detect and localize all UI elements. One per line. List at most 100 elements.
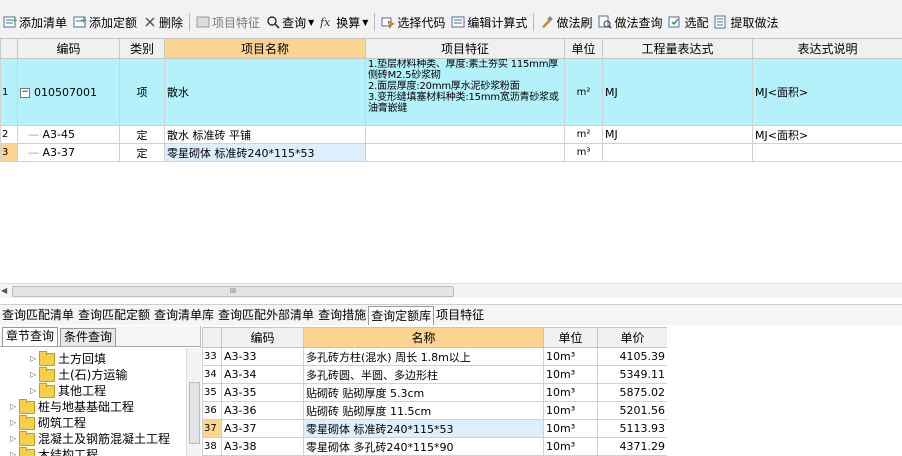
tree-item[interactable]: ▷ 其他工程 xyxy=(30,382,106,399)
tree-item[interactable]: ▷ 木结构工程 xyxy=(10,446,98,456)
scroll-thumb[interactable] xyxy=(189,382,200,444)
table-row[interactable]: 36 A3-36 贴砌砖 贴砌厚度 11.5cm 10m³ 5201.56 xyxy=(202,401,667,420)
tree-item[interactable]: ▷ 土(石)方运输 xyxy=(30,366,127,383)
convert-button[interactable]: fx 换算 ▼ xyxy=(317,12,371,32)
tree-vertical-scrollbar[interactable] xyxy=(186,348,201,456)
tab-match-list[interactable]: 查询匹配清单 xyxy=(0,306,76,324)
tab-external-list[interactable]: 查询匹配外部清单 xyxy=(216,306,316,324)
code-cell[interactable]: — A3-37 xyxy=(17,143,120,162)
price-cell[interactable]: 4105.39 xyxy=(597,347,667,366)
name-cell[interactable]: 散水 标准砖 平铺 xyxy=(164,125,366,144)
code-cell[interactable]: A3-36 xyxy=(221,401,304,420)
tab-condition-query[interactable]: 条件查询 xyxy=(60,328,117,346)
column-header-name[interactable]: 名称 xyxy=(303,327,544,348)
name-cell[interactable]: 零星砌体 多孔砖240*115*90 xyxy=(303,437,544,456)
match-button[interactable]: 选配 xyxy=(665,12,711,32)
price-cell[interactable]: 4371.29 xyxy=(597,437,667,456)
unit-cell[interactable]: m² xyxy=(564,125,603,144)
column-header-expression[interactable]: 工程量表达式 xyxy=(602,38,753,59)
name-cell[interactable]: 零星砌体 标准砖240*115*53 xyxy=(164,143,366,162)
expand-icon[interactable]: ▷ xyxy=(30,351,37,367)
edit-formula-button[interactable]: 编辑计算式 xyxy=(448,12,530,32)
table-row[interactable]: 37 A3-37 零星砌体 标准砖240*115*53 10m³ 5113.93 xyxy=(202,419,667,438)
column-header-unit[interactable]: 单位 xyxy=(543,327,598,348)
expand-icon[interactable]: ▷ xyxy=(30,367,37,383)
unit-cell[interactable]: 10m³ xyxy=(543,437,598,456)
unit-cell[interactable]: 10m³ xyxy=(543,383,598,402)
tree-item[interactable]: ▷ 砌筑工程 xyxy=(10,414,86,431)
select-code-button[interactable]: 选择代码 xyxy=(378,12,448,32)
code-cell[interactable]: A3-34 xyxy=(221,365,304,384)
unit-cell[interactable]: 10m³ xyxy=(543,347,598,366)
method-query-button[interactable]: 做法查询 xyxy=(595,12,665,32)
tree-item[interactable]: ▷ 混凝土及钢筋混凝土工程 xyxy=(10,430,170,447)
extract-button[interactable]: 提取做法 xyxy=(711,12,781,32)
code-cell[interactable]: A3-37 xyxy=(221,419,304,438)
name-cell[interactable]: 多孔砖方柱(混水) 周长 1.8m以上 xyxy=(303,347,544,366)
name-cell[interactable]: 贴砌砖 贴砌厚度 5.3cm xyxy=(303,383,544,402)
table-row[interactable]: 1 −010507001 项 散水 1.垫层材料种类、厚度:素土夯实 115mm… xyxy=(0,58,902,126)
name-cell[interactable]: 零星砌体 标准砖240*115*53 xyxy=(303,419,544,438)
table-row[interactable]: 33 A3-33 多孔砖方柱(混水) 周长 1.8m以上 10m³ 4105.3… xyxy=(202,347,667,366)
tree-item[interactable]: ▷ 土方回填 xyxy=(30,350,106,367)
expand-icon[interactable]: ▷ xyxy=(10,447,17,456)
expand-icon[interactable]: ▷ xyxy=(30,383,37,399)
table-row[interactable]: 2 — A3-45 定 散水 标准砖 平铺 m² MJ MJ<面积> xyxy=(0,125,902,144)
unit-cell[interactable]: m² xyxy=(564,58,603,126)
table-row[interactable]: 34 A3-34 多孔砖圆、半圆、多边形柱 10m³ 5349.11 xyxy=(202,365,667,384)
add-quota-button[interactable]: + 添加定额 xyxy=(70,12,140,32)
expression-cell[interactable] xyxy=(602,143,753,162)
column-header-unit[interactable]: 单位 xyxy=(564,38,603,59)
name-cell[interactable]: 贴砌砖 贴砌厚度 11.5cm xyxy=(303,401,544,420)
query-button[interactable]: 查询 ▼ xyxy=(263,12,317,32)
tab-list-library[interactable]: 查询清单库 xyxy=(152,306,216,324)
tab-item-feature[interactable]: 项目特征 xyxy=(434,306,486,324)
expand-icon[interactable]: ▷ xyxy=(10,415,17,431)
code-cell[interactable]: A3-33 xyxy=(221,347,304,366)
collapse-icon[interactable]: − xyxy=(20,87,30,98)
price-cell[interactable]: 5875.02 xyxy=(597,383,667,402)
scroll-left-icon[interactable]: ◀ xyxy=(1,286,11,296)
column-header-feature[interactable]: 项目特征 xyxy=(365,38,565,59)
unit-cell[interactable]: 10m³ xyxy=(543,401,598,420)
column-header-type[interactable]: 类别 xyxy=(119,38,165,59)
table-row[interactable]: 38 A3-38 零星砌体 多孔砖240*115*90 10m³ 4371.29 xyxy=(202,437,667,456)
unit-cell[interactable]: m³ xyxy=(564,143,603,162)
expand-icon[interactable]: ▷ xyxy=(10,399,17,415)
expression-cell[interactable]: MJ xyxy=(602,58,753,126)
unit-cell[interactable]: 10m³ xyxy=(543,365,598,384)
price-cell[interactable]: 5113.93 xyxy=(597,419,667,438)
delete-button[interactable]: 删除 xyxy=(140,12,186,32)
price-cell[interactable]: 5349.11 xyxy=(597,365,667,384)
column-header-code[interactable]: 编码 xyxy=(17,38,120,59)
column-header-expression-desc[interactable]: 表达式说明 xyxy=(752,38,902,59)
tab-match-quota[interactable]: 查询匹配定额 xyxy=(76,306,152,324)
code-cell[interactable]: A3-38 xyxy=(221,437,304,456)
horizontal-scrollbar[interactable]: ◀ III xyxy=(0,283,902,298)
type-cell[interactable]: 项 xyxy=(119,58,165,126)
code-cell[interactable]: −010507001 xyxy=(17,58,120,126)
method-brush-button[interactable]: 做法刷 xyxy=(537,12,595,32)
code-cell[interactable]: A3-35 xyxy=(221,383,304,402)
code-cell[interactable]: — A3-45 xyxy=(17,125,120,144)
add-list-button[interactable]: + 添加清单 xyxy=(0,12,70,32)
tab-measures[interactable]: 查询措施 xyxy=(316,306,368,324)
tree-item[interactable]: ▷ 桩与地基基础工程 xyxy=(10,398,134,415)
feature-cell[interactable] xyxy=(365,125,565,144)
feature-cell[interactable] xyxy=(365,143,565,162)
column-header-code[interactable]: 编码 xyxy=(221,327,304,348)
name-cell[interactable]: 散水 xyxy=(164,58,366,126)
feature-cell[interactable]: 1.垫层材料种类、厚度:素土夯实 115mm厚侧砖M2.5砂浆砌 2.面层厚度:… xyxy=(365,58,565,126)
type-cell[interactable]: 定 xyxy=(119,143,165,162)
scroll-thumb[interactable]: III xyxy=(12,286,454,297)
expand-icon[interactable]: ▷ xyxy=(10,431,17,447)
price-cell[interactable]: 5201.56 xyxy=(597,401,667,420)
table-row[interactable]: 3 — A3-37 定 零星砌体 标准砖240*115*53 m³ xyxy=(0,143,902,162)
table-row[interactable]: 35 A3-35 贴砌砖 贴砌厚度 5.3cm 10m³ 5875.02 xyxy=(202,383,667,402)
column-header-name[interactable]: 项目名称 xyxy=(164,38,366,59)
tab-chapter-query[interactable]: 章节查询 xyxy=(2,327,59,346)
column-header-price[interactable]: 单价 xyxy=(597,327,667,348)
tab-quota-library[interactable]: 查询定额库 xyxy=(368,305,435,325)
item-feature-button[interactable]: 项目特征 xyxy=(193,12,263,32)
type-cell[interactable]: 定 xyxy=(119,125,165,144)
